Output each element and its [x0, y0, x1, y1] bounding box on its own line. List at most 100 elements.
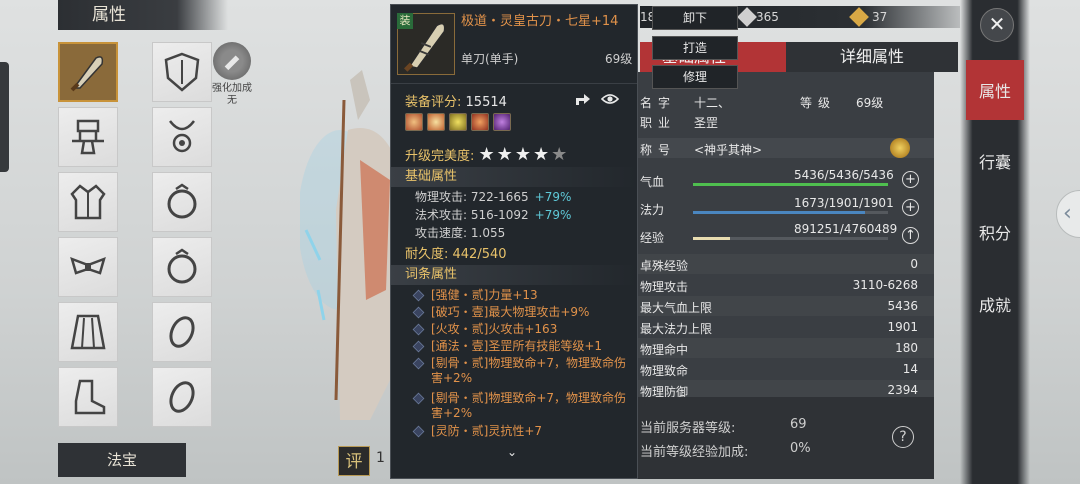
menu-item-attributes[interactable]: 属性 — [964, 78, 1026, 102]
chevron-down-icon[interactable]: ⌄ — [507, 445, 517, 459]
eye-icon[interactable] — [601, 92, 619, 106]
necklace-slot[interactable] — [152, 107, 212, 167]
mp-label: 法力 — [640, 203, 665, 217]
upgrade-label: 升级完美度: — [405, 149, 475, 164]
base-attr-row: 法术攻击: 516-1092 +79% — [415, 207, 571, 223]
equipped-badge: 装 — [397, 13, 413, 29]
weapon-slot[interactable] — [58, 42, 118, 102]
star-icon: ★ — [496, 144, 515, 165]
name-label: 名字 — [640, 96, 677, 110]
star-icon: ★ — [478, 144, 497, 165]
affix-text: [通法・壹]圣罡所有技能等级+1 — [431, 339, 603, 353]
stat-value: 180 — [895, 341, 918, 355]
title-badge-icon[interactable] — [890, 138, 910, 158]
fabao-tab[interactable]: 法宝 — [58, 443, 186, 477]
skirt-icon — [70, 314, 106, 350]
stat-label: 最大法力上限 — [640, 322, 713, 336]
stat-value: 0 — [910, 257, 918, 271]
enhance-label: 强化加成 — [212, 83, 252, 94]
shield-icon — [164, 52, 200, 92]
exp-bonus-label: 当前等级经验加成: — [640, 445, 749, 460]
gem-purple-icon[interactable] — [493, 113, 511, 131]
ring-slot[interactable] — [152, 172, 212, 232]
menu-item-bag[interactable]: 行囊 — [964, 149, 1026, 173]
share-icon[interactable] — [575, 92, 591, 106]
affix-diamond-icon — [412, 323, 425, 336]
attr-value: 516-1092 — [470, 208, 529, 222]
enhance-bonus[interactable]: 强化加成 无 — [206, 42, 258, 107]
hp-add-icon[interactable]: + — [902, 171, 919, 188]
pants-slot[interactable] — [58, 302, 118, 362]
boots-slot[interactable] — [58, 367, 118, 427]
attr-value: 1.055 — [470, 226, 506, 240]
base-attr-row: 物理攻击: 722-1665 +79% — [415, 189, 571, 205]
helmet-slot[interactable] — [152, 42, 212, 102]
armor-slot[interactable] — [58, 172, 118, 232]
affix-row: [强健・贰]力量+13 — [412, 288, 633, 303]
armor-icon — [70, 184, 106, 220]
hp-bar — [693, 183, 888, 186]
headgear-slot[interactable] — [58, 107, 118, 167]
affix-text: [破巧・壹]最大物理攻击+9% — [431, 305, 590, 319]
ring-slot-2[interactable] — [152, 237, 212, 297]
expand-arrow-icon[interactable]: ‹ — [1056, 190, 1080, 238]
gem-sockets — [405, 113, 511, 131]
left-edge-tab[interactable] — [0, 62, 9, 172]
menu-item-points[interactable]: 积分 — [964, 220, 1026, 244]
rating-badge: 评 — [338, 446, 370, 476]
affix-row: [通法・壹]圣罡所有技能等级+1 — [412, 339, 633, 354]
gem-sun-icon[interactable] — [427, 113, 445, 131]
server-info: 当前服务器等级: 69 当前等级经验加成: 0% — [638, 397, 934, 479]
affix-row: [破巧・壹]最大物理攻击+9% — [412, 305, 633, 320]
hp-value: 5436/5436/5436 — [794, 168, 894, 182]
bracelet-icon — [169, 381, 195, 413]
mp-bar — [693, 211, 888, 214]
stat-row: 物理致命 14 — [638, 359, 934, 379]
item-name: 极道・灵皇古刀・七星+14 — [461, 14, 619, 29]
attr-value: 722-1665 — [470, 190, 529, 204]
attr-label: 法术攻击: — [415, 208, 468, 222]
stat-row: 最大气血上限 5436 — [638, 296, 934, 316]
menu-item-achievements[interactable]: 成就 — [964, 292, 1026, 316]
exp-bar — [693, 237, 888, 240]
unequip-button[interactable]: 卸下 — [652, 6, 738, 30]
equip-score-value: 15514 — [465, 95, 507, 110]
base-attr-header: 基础属性 — [391, 167, 637, 187]
divider — [391, 83, 637, 84]
affix-diamond-icon — [412, 306, 425, 319]
stat-row: 物理攻击 3110-6268 — [638, 275, 934, 295]
stat-label: 物理命中 — [640, 343, 689, 357]
affix-row: [火攻・贰]火攻击+163 — [412, 322, 633, 337]
affix-diamond-icon — [412, 289, 425, 302]
mp-add-icon[interactable]: + — [902, 199, 919, 216]
rating-number: 1 — [376, 450, 385, 466]
title-label: 称号 — [640, 143, 677, 157]
stat-row: 最大法力上限 1901 — [638, 317, 934, 337]
tab-detail-attributes[interactable]: 详细属性 — [786, 42, 958, 72]
necklace-icon — [169, 120, 195, 153]
help-icon[interactable]: ? — [892, 426, 914, 448]
affix-text: [剔骨・贰]物理致命+7，物理致命伤害+2% — [431, 356, 627, 385]
affix-text: [火攻・贰]火攻击+163 — [431, 322, 558, 336]
title-value: <神乎其神> — [694, 143, 763, 157]
level-up-icon[interactable]: ↑ — [902, 227, 919, 244]
stat-value: 3110-6268 — [852, 278, 918, 292]
bracelet-slot[interactable] — [152, 302, 212, 362]
gem-fire-icon[interactable] — [405, 113, 423, 131]
server-level-label: 当前服务器等级: — [640, 421, 736, 436]
repair-button[interactable]: 修理 — [652, 65, 738, 89]
close-icon[interactable]: ✕ — [980, 8, 1014, 42]
forge-button[interactable]: 打造 — [652, 36, 738, 60]
boots-icon — [74, 379, 106, 415]
belt-slot[interactable] — [58, 237, 118, 297]
level-value: 69级 — [856, 96, 884, 110]
bracelet-slot-2[interactable] — [152, 367, 212, 427]
hp-label: 气血 — [640, 175, 665, 189]
attr-bonus: +79% — [534, 208, 572, 222]
stat-value: 14 — [902, 362, 918, 376]
gem-gold-icon[interactable] — [449, 113, 467, 131]
gem-red-icon[interactable] — [471, 113, 489, 131]
belt-icon — [70, 256, 106, 275]
affix-diamond-icon — [412, 340, 425, 353]
star-icon: ★ — [532, 144, 552, 165]
